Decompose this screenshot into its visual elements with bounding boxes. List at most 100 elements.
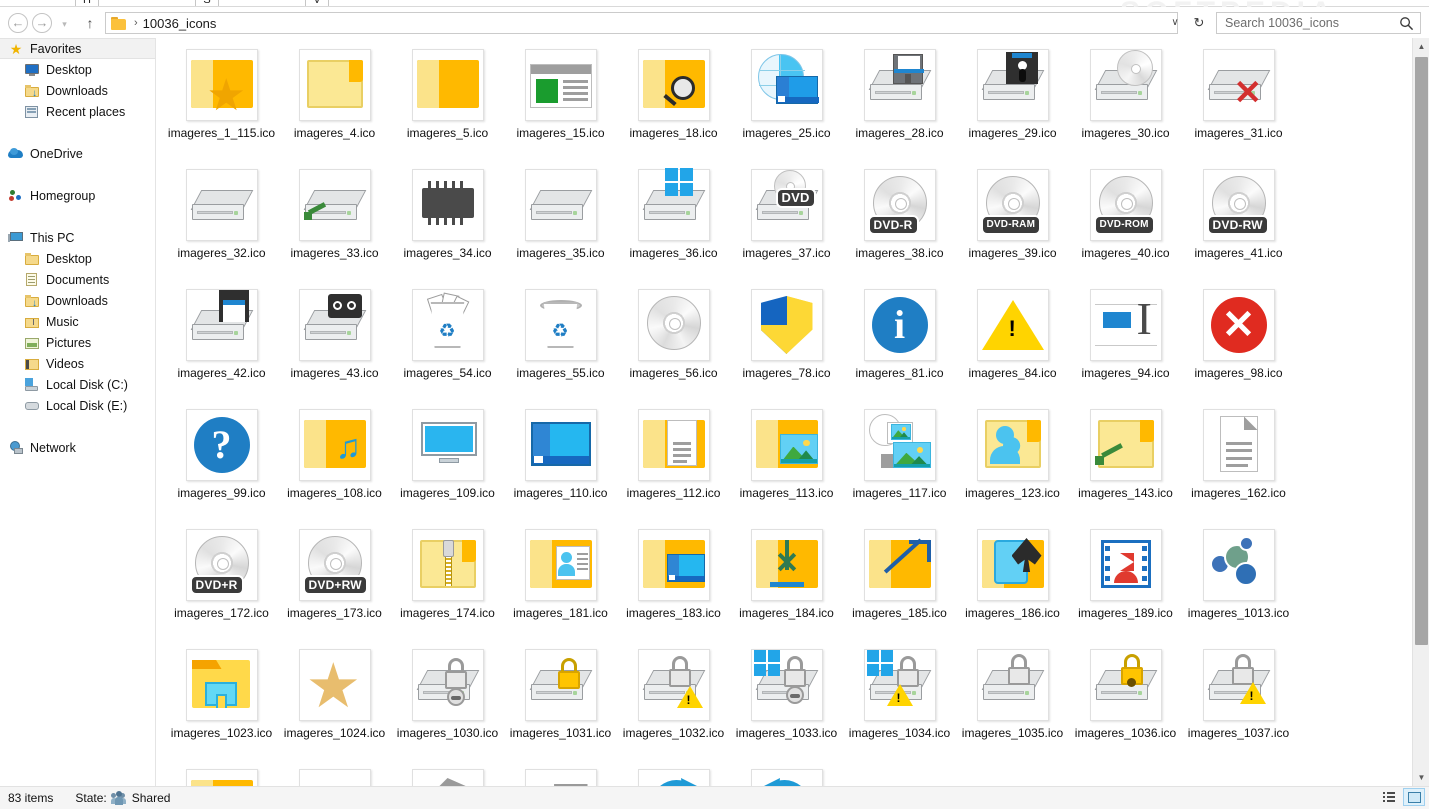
ribbon-tab-share[interactable]: S bbox=[195, 0, 219, 6]
file-icon-drive-error[interactable]: ✕ bbox=[1201, 47, 1277, 123]
file-item[interactable]: imageres_15.ico bbox=[504, 42, 617, 162]
breadcrumb[interactable]: › 10036_icons bbox=[105, 12, 1178, 34]
ribbon-tab-view[interactable]: V bbox=[305, 0, 329, 6]
file-item[interactable]: imageres_174.ico bbox=[391, 522, 504, 642]
sidebar-item-desktop[interactable]: Desktop bbox=[0, 248, 155, 269]
file-icon-disc-tag[interactable]: DVD-R bbox=[862, 167, 938, 243]
file-icon-chip[interactable] bbox=[410, 167, 486, 243]
file-item[interactable]: DVD-ROM imageres_40.ico bbox=[1069, 162, 1182, 282]
file-item[interactable]: imageres_117.ico bbox=[843, 402, 956, 522]
file-item[interactable]: imageres_1013.ico bbox=[1182, 522, 1295, 642]
sidebar-item-desktop[interactable]: Desktop bbox=[0, 59, 155, 80]
file-item[interactable]: imageres_5100.ico bbox=[391, 762, 504, 786]
file-item[interactable]: imageres_1023.ico bbox=[165, 642, 278, 762]
file-icon-disc-tag[interactable]: DVD-ROM bbox=[1088, 167, 1164, 243]
file-item[interactable]: imageres_109.ico bbox=[391, 402, 504, 522]
sidebar-item-music[interactable]: Music bbox=[0, 311, 155, 332]
file-icon-info-circle[interactable]: i bbox=[862, 287, 938, 363]
file-item[interactable]: imageres_1035.ico bbox=[956, 642, 1069, 762]
sidebar-item-pictures[interactable]: Pictures bbox=[0, 332, 155, 353]
file-icon-window-pane[interactable] bbox=[523, 47, 599, 123]
file-item[interactable]: ! imageres_1032.ico bbox=[617, 642, 730, 762]
sidebar-item-videos[interactable]: Videos bbox=[0, 353, 155, 374]
file-icon-drive-plug[interactable] bbox=[297, 167, 373, 243]
file-item[interactable]: imageres_78.ico bbox=[730, 282, 843, 402]
file-item[interactable]: imageres_28.ico bbox=[843, 42, 956, 162]
sidebar-item-favorites[interactable]: ★ Favorites bbox=[0, 38, 155, 59]
file-item[interactable]: imageres_34.ico bbox=[391, 162, 504, 282]
file-item[interactable]: imageres_162.ico bbox=[1182, 402, 1295, 522]
sidebar-item-local-disk-e-[interactable]: Local Disk (E:) bbox=[0, 395, 155, 416]
file-icon-help-circle[interactable]: ? bbox=[184, 407, 260, 483]
file-icon-drive-unlock-warn2[interactable]: ! bbox=[1201, 647, 1277, 723]
file-icon-folder-person[interactable]: ● bbox=[975, 407, 1051, 483]
file-icon-document[interactable] bbox=[1201, 407, 1277, 483]
file-icon-folder-closed-plain[interactable] bbox=[297, 47, 373, 123]
file-item[interactable]: imageres_56.ico bbox=[617, 282, 730, 402]
file-item[interactable]: imageres_32.ico bbox=[165, 162, 278, 282]
file-icon-folder-cloud[interactable] bbox=[184, 767, 260, 786]
file-item[interactable]: imageres_185.ico bbox=[843, 522, 956, 642]
file-item[interactable]: ? imageres_99.ico bbox=[165, 402, 278, 522]
file-icon-drive-floppy-light[interactable] bbox=[862, 47, 938, 123]
back-button[interactable]: ← bbox=[8, 13, 28, 33]
file-item[interactable]: imageres_183.ico bbox=[617, 522, 730, 642]
file-icon-disc-tag[interactable]: DVD-RAM bbox=[975, 167, 1051, 243]
file-icon-drive-lock-gold[interactable] bbox=[523, 647, 599, 723]
file-item[interactable]: imageres_186.ico bbox=[956, 522, 1069, 642]
file-icon-photo-gallery[interactable] bbox=[862, 407, 938, 483]
file-icon-dots[interactable] bbox=[1201, 527, 1277, 603]
file-icon-disc-tag[interactable]: DVD+RW bbox=[297, 527, 373, 603]
forward-button[interactable]: → bbox=[32, 13, 52, 33]
search-input[interactable]: Search 10036_icons bbox=[1216, 12, 1421, 34]
navigation-pane[interactable]: ★ Favorites Desktop ↓ Downloads Recent places… bbox=[0, 38, 156, 786]
file-icon-recycle-empty[interactable]: ♻ bbox=[523, 287, 599, 363]
file-item[interactable]: ♻ imageres_55.ico bbox=[504, 282, 617, 402]
file-item[interactable]: imageres_189.ico bbox=[1069, 522, 1182, 642]
file-item[interactable]: imageres_18.ico bbox=[617, 42, 730, 162]
file-icon-folder-desktop[interactable] bbox=[636, 527, 712, 603]
file-item[interactable]: imageres_29.ico bbox=[956, 42, 1069, 162]
file-icon-drive-voicemail[interactable] bbox=[297, 287, 373, 363]
file-icon-drive-unlock-warn[interactable]: ! bbox=[636, 647, 712, 723]
file-icon-drive-plain[interactable] bbox=[523, 167, 599, 243]
breadcrumb-current-folder[interactable]: 10036_icons bbox=[143, 16, 217, 31]
file-icon-drive-dvd-tag[interactable]: DVD bbox=[749, 167, 825, 243]
file-icon-drive-floppy-dark[interactable] bbox=[975, 47, 1051, 123]
file-icon-drive-win-unlock-warn[interactable]: ! bbox=[862, 647, 938, 723]
file-item[interactable]: ! imageres_1034.ico bbox=[843, 642, 956, 762]
file-item[interactable]: imageres_5101.ico bbox=[504, 762, 617, 786]
file-item[interactable]: ★ imageres_1024.ico bbox=[278, 642, 391, 762]
file-item[interactable]: imageres_112.ico bbox=[617, 402, 730, 522]
file-item[interactable]: ♫ imageres_108.ico bbox=[278, 402, 391, 522]
sidebar-item-this-pc[interactable]: This PC bbox=[0, 227, 155, 248]
sidebar-item-local-disk-c-[interactable]: Local Disk (C:) bbox=[0, 374, 155, 395]
search-icon[interactable] bbox=[1399, 16, 1414, 31]
file-item[interactable]: DVD-R imageres_38.ico bbox=[843, 162, 956, 282]
file-icon-folder-picture[interactable] bbox=[749, 407, 825, 483]
file-icon-folder-film[interactable] bbox=[1088, 527, 1164, 603]
file-item[interactable]: ! imageres_1037.ico bbox=[1182, 642, 1295, 762]
file-icon-folder-contact[interactable] bbox=[523, 527, 599, 603]
sidebar-item-downloads[interactable]: ↓ Downloads bbox=[0, 80, 155, 101]
file-item[interactable]: imageres_25.ico bbox=[730, 42, 843, 162]
sidebar-item-documents[interactable]: Documents bbox=[0, 269, 155, 290]
file-icon-disc-plain[interactable] bbox=[636, 287, 712, 363]
file-icon-error-circle[interactable]: ✕ bbox=[1201, 287, 1277, 363]
file-icon-text-cursor[interactable]: I bbox=[1088, 287, 1164, 363]
file-icon-monitor[interactable] bbox=[410, 407, 486, 483]
file-item[interactable]: DVD+RW imageres_173.ico bbox=[278, 522, 391, 642]
file-icon-warning-triangle[interactable]: ! bbox=[975, 287, 1051, 363]
file-icon-folder-music[interactable]: ♫ bbox=[297, 407, 373, 483]
file-icon-folder-plug[interactable] bbox=[1088, 407, 1164, 483]
file-item[interactable]: imageres_5311.ico bbox=[617, 762, 730, 786]
recent-locations-icon[interactable]: ▾ bbox=[58, 18, 71, 30]
file-item[interactable]: imageres_1033.ico bbox=[730, 642, 843, 762]
sidebar-item-downloads[interactable]: ↓ Downloads bbox=[0, 290, 155, 311]
file-icon-disc-tag[interactable]: DVD+R bbox=[184, 527, 260, 603]
file-icon-folder-open-star[interactable]: ★ bbox=[184, 47, 260, 123]
file-item[interactable]: imageres_5.ico bbox=[391, 42, 504, 162]
file-item[interactable]: DVD-RW imageres_41.ico bbox=[1182, 162, 1295, 282]
file-icon-folder-search[interactable] bbox=[636, 47, 712, 123]
file-icon-folder-puzzle[interactable] bbox=[975, 527, 1051, 603]
